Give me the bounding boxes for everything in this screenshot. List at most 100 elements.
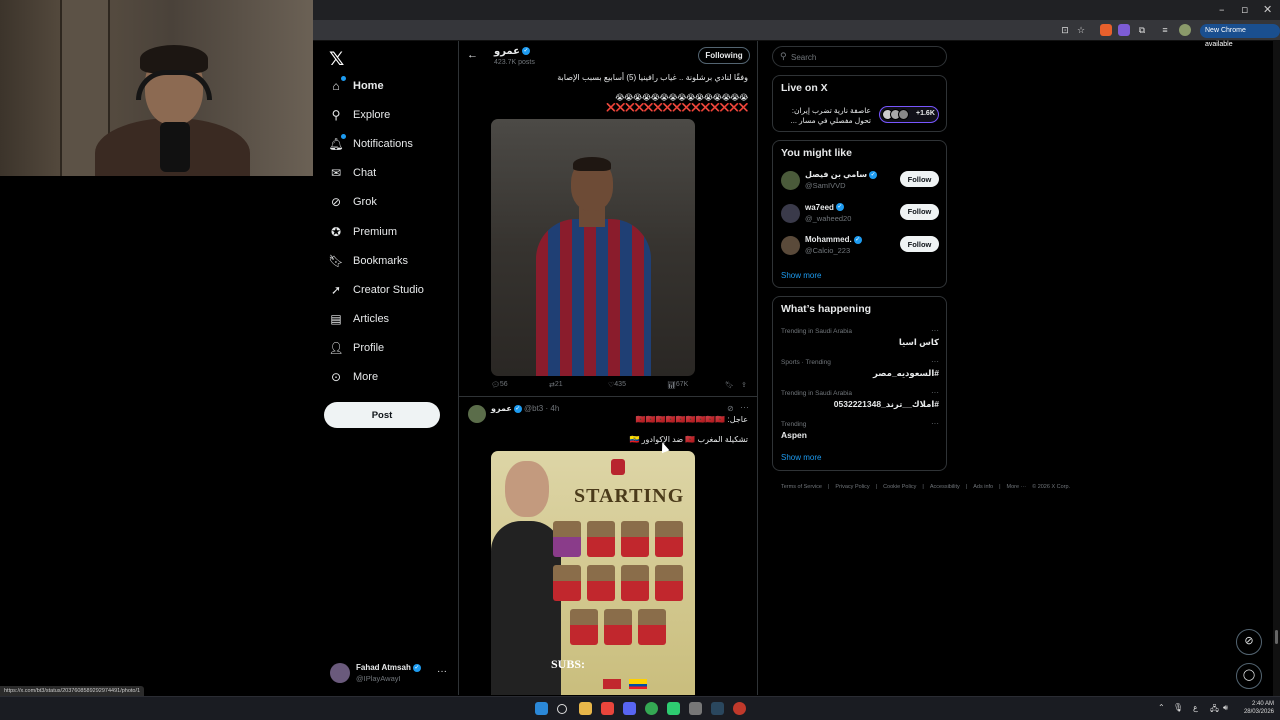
- share-icon[interactable]: ⇪: [741, 381, 747, 389]
- trend-item[interactable]: Trending in Saudi Arabia ··· #املاك__ترند_…: [781, 388, 939, 418]
- media-icon[interactable]: ≡: [1159, 24, 1171, 36]
- tweet-author-name[interactable]: عمرو: [491, 404, 512, 413]
- sidebar-item-notifications[interactable]: 🔔︎ Notifications: [328, 129, 453, 158]
- mic-tray-icon[interactable]: 🎙︎: [1173, 703, 1183, 712]
- live-topic[interactable]: عاصفة نارية تضرب إيران: تحول مفصلي في مس…: [781, 106, 871, 126]
- like-button[interactable]: ♡ 435: [608, 381, 626, 389]
- tweet-time[interactable]: 4h: [550, 404, 559, 413]
- grok-icon[interactable]: ⊘: [727, 404, 734, 413]
- bookmark-icon[interactable]: 🔖︎: [725, 381, 734, 389]
- scrollbar[interactable]: [1273, 41, 1280, 696]
- footer-link[interactable]: Cookie Policy: [883, 484, 916, 490]
- grok-icon[interactable]: ⊘: [1236, 629, 1262, 655]
- sidebar-item-chat[interactable]: ✉ Chat: [328, 159, 453, 188]
- suggested-user[interactable]: سامي بن فيصل ✓ @SamIVVD Follow: [781, 169, 941, 195]
- show-more-link[interactable]: Show more: [781, 271, 821, 280]
- repost-count: 21: [554, 381, 563, 388]
- sidebar-item-profile[interactable]: 👤︎ Profile: [328, 334, 453, 363]
- search-box[interactable]: ⚲: [772, 46, 947, 67]
- follow-button[interactable]: Follow: [900, 203, 939, 220]
- avatar[interactable]: [468, 405, 486, 423]
- tweet-author-handle[interactable]: @bt3: [524, 404, 543, 413]
- following-button[interactable]: Following: [698, 47, 750, 64]
- tweet-photo[interactable]: STARTING SUBS:: [491, 451, 695, 695]
- player-card: [655, 565, 683, 601]
- footer-link[interactable]: Accessibility: [930, 484, 960, 490]
- windows-taskbar: ⌃ 🎙︎ ع 🖧︎ 🔊︎ 2:40 AM 28/03/2026: [0, 696, 1280, 720]
- player-card: [587, 565, 615, 601]
- close-icon[interactable]: ✕: [1263, 3, 1272, 16]
- trend-category: Trending in Saudi Arabia: [781, 328, 852, 335]
- repost-button[interactable]: ⇄ 21: [549, 381, 563, 389]
- back-arrow-icon[interactable]: ←: [467, 49, 478, 61]
- chrome-icon[interactable]: [645, 702, 658, 715]
- app-icon[interactable]: [689, 702, 702, 715]
- app-icon[interactable]: [733, 702, 746, 715]
- more-dots-icon[interactable]: ···: [931, 326, 939, 335]
- extensions-puzzle-icon[interactable]: ⧉: [1136, 24, 1148, 36]
- taskbar-search-icon[interactable]: [557, 704, 567, 714]
- sidebar-item-label: Notifications: [353, 137, 413, 150]
- footer-link[interactable]: Ads info: [973, 484, 993, 490]
- reply-button[interactable]: 💬︎ 56: [491, 381, 508, 389]
- network-icon[interactable]: 🖧︎: [1210, 703, 1219, 717]
- more-dots-icon[interactable]: ···: [931, 388, 939, 397]
- notification-dot: [341, 75, 346, 81]
- scrollbar-thumb[interactable]: [1275, 630, 1278, 644]
- taskbar-clock[interactable]: 2:40 AM 28/03/2026: [1240, 700, 1274, 716]
- more-dots-icon[interactable]: ···: [931, 419, 939, 428]
- trend-item[interactable]: Trending in Saudi Arabia ··· كاس اسيا: [781, 326, 939, 356]
- trend-name: كاس اسيا: [898, 337, 939, 347]
- views-button[interactable]: 📊︎ 67K: [667, 381, 688, 389]
- trend-category: Trending: [781, 421, 807, 428]
- brave-icon[interactable]: [601, 702, 614, 715]
- follow-button[interactable]: Follow: [900, 171, 939, 187]
- profile-avatar[interactable]: [1179, 24, 1191, 36]
- who-to-follow-card: You might like سامي بن فيصل ✓ @SamIVVD Foll…: [772, 140, 947, 288]
- live-listeners-pill[interactable]: +1.6K: [879, 106, 939, 123]
- messages-icon[interactable]: ◯: [1236, 663, 1262, 689]
- tray-chevron-icon[interactable]: ⌃: [1158, 703, 1165, 712]
- account-switcher[interactable]: Fahad Atmsah ✓ @IPlayAwayI ···: [330, 661, 455, 685]
- suggested-user[interactable]: wa7eed ✓ @_waheed20 Follow: [781, 202, 941, 228]
- discord-icon[interactable]: [623, 702, 636, 715]
- extension-icon[interactable]: [1118, 24, 1130, 36]
- trend-item[interactable]: Trending ··· Aspen: [781, 419, 939, 449]
- extension-icon[interactable]: [1100, 24, 1112, 36]
- tweet-photo[interactable]: [491, 119, 695, 376]
- more-dots-icon[interactable]: ···: [437, 666, 447, 677]
- sidebar-item-bookmarks[interactable]: 🔖︎ Bookmarks: [328, 246, 453, 275]
- volume-icon[interactable]: 🔊︎: [1223, 703, 1228, 713]
- follow-button[interactable]: Follow: [900, 236, 939, 252]
- sidebar-item-explore[interactable]: ⚲ Explore: [328, 100, 453, 129]
- post-button[interactable]: Post: [324, 402, 440, 428]
- restore-icon[interactable]: ▫: [1241, 3, 1248, 16]
- footer-link[interactable]: © 2026 X Corp.: [1032, 484, 1070, 490]
- language-icon[interactable]: ع: [1193, 703, 1198, 712]
- steam-icon[interactable]: [711, 702, 724, 715]
- footer-separator: |: [922, 484, 924, 490]
- more-dots-icon[interactable]: ···: [740, 402, 749, 412]
- sidebar-item-premium[interactable]: ✪ Premium: [328, 217, 453, 246]
- suggested-user[interactable]: Mohammed. ✓ @Calcio_223 Follow: [781, 234, 941, 260]
- footer-link[interactable]: More ···: [1007, 484, 1027, 490]
- footer-link[interactable]: Terms of Service: [781, 484, 822, 490]
- show-more-link[interactable]: Show more: [781, 453, 821, 462]
- file-explorer-icon[interactable]: [579, 702, 592, 715]
- bookmark-star-icon[interactable]: ☆: [1075, 24, 1087, 36]
- more-dots-icon[interactable]: ···: [931, 357, 939, 366]
- search-input[interactable]: [791, 50, 941, 64]
- start-menu-icon[interactable]: [535, 702, 548, 715]
- x-logo-icon[interactable]: 𝕏: [329, 48, 344, 70]
- install-icon[interactable]: ⊡: [1059, 24, 1071, 36]
- sidebar-item-creator-studio[interactable]: ➚ Creator Studio: [328, 275, 453, 304]
- sidebar-item-articles[interactable]: ▤ Articles: [328, 305, 453, 334]
- sidebar-item-grok[interactable]: ⊘ Grok: [328, 188, 453, 217]
- trend-item[interactable]: Sports · Trending ··· #السعوديه_مصر: [781, 357, 939, 387]
- sidebar-item-more[interactable]: ⊙ More: [328, 363, 453, 392]
- new-chrome-button[interactable]: New Chrome available: [1200, 24, 1280, 48]
- minimize-icon[interactable]: –: [1219, 3, 1225, 16]
- app-icon[interactable]: [667, 702, 680, 715]
- sidebar-item-home[interactable]: ⌂ Home: [328, 71, 453, 100]
- footer-link[interactable]: Privacy Policy: [835, 484, 869, 490]
